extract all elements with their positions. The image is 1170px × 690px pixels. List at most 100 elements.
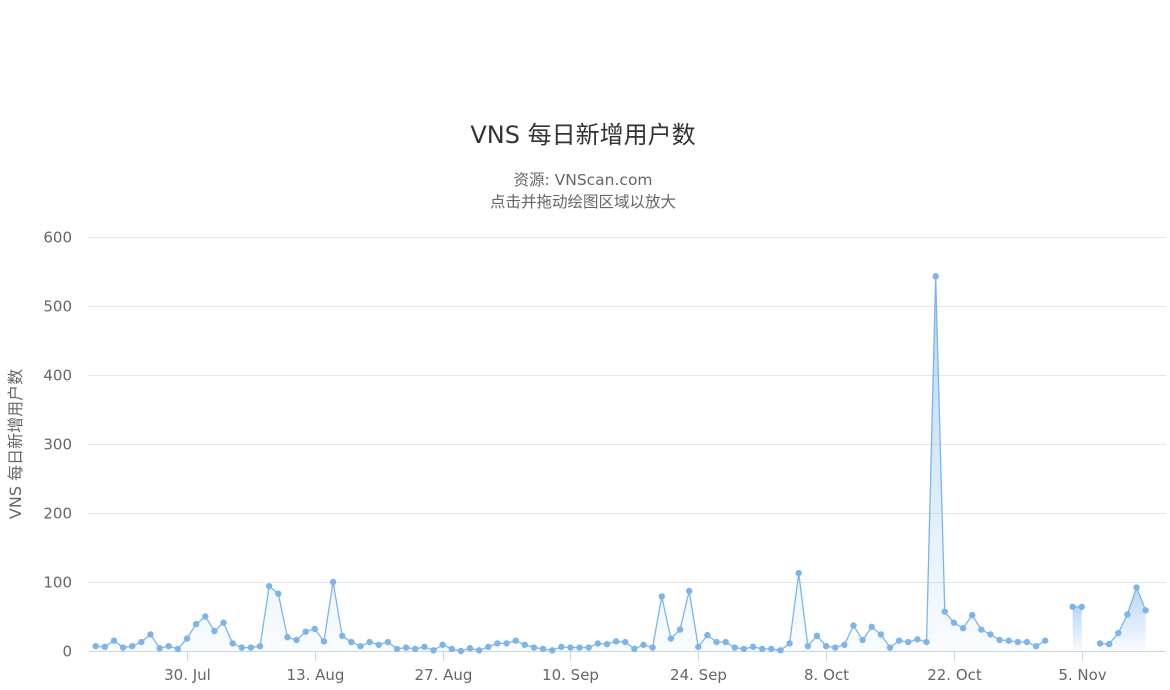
data-point[interactable]: [211, 627, 218, 635]
data-point[interactable]: [521, 641, 529, 648]
data-point[interactable]: [576, 644, 583, 651]
data-point[interactable]: [804, 642, 812, 650]
chart-svg[interactable]: VNS 每日新增用户数 资源: VNScan.com 点击并拖动绘图区域以放大 …: [0, 0, 1170, 690]
data-point[interactable]: [749, 643, 757, 651]
data-point[interactable]: [841, 641, 848, 648]
data-point[interactable]: [722, 638, 729, 646]
data-point[interactable]: [357, 642, 364, 650]
data-point[interactable]: [202, 613, 209, 620]
data-point[interactable]: [366, 638, 373, 646]
data-point[interactable]: [795, 569, 802, 577]
data-point[interactable]: [92, 642, 99, 650]
data-point[interactable]: [740, 645, 748, 653]
data-point[interactable]: [567, 644, 574, 651]
data-point[interactable]: [594, 640, 602, 647]
data-point[interactable]: [503, 640, 510, 647]
data-point[interactable]: [165, 642, 172, 650]
data-point[interactable]: [1005, 637, 1012, 644]
data-point[interactable]: [101, 643, 109, 651]
data-point[interactable]: [220, 619, 227, 626]
data-point[interactable]: [1115, 629, 1122, 637]
data-point[interactable]: [850, 622, 857, 629]
data-point[interactable]: [539, 645, 547, 653]
data-point[interactable]: [1032, 642, 1040, 650]
data-point[interactable]: [129, 642, 136, 650]
data-point[interactable]: [549, 647, 556, 654]
data-point[interactable]: [777, 647, 784, 654]
data-point[interactable]: [475, 647, 483, 654]
data-point[interactable]: [138, 638, 145, 646]
data-point[interactable]: [877, 631, 885, 638]
data-point[interactable]: [631, 645, 638, 653]
data-point[interactable]: [311, 625, 319, 633]
data-point[interactable]: [658, 593, 665, 600]
data-point[interactable]: [1124, 611, 1131, 618]
data-point[interactable]: [950, 619, 958, 626]
data-point[interactable]: [412, 645, 419, 653]
data-point[interactable]: [174, 645, 182, 653]
data-point[interactable]: [768, 645, 775, 653]
data-point[interactable]: [1142, 607, 1149, 614]
data-point[interactable]: [685, 587, 693, 595]
data-point[interactable]: [914, 636, 921, 643]
data-point[interactable]: [895, 637, 903, 644]
data-point[interactable]: [603, 640, 611, 648]
data-point[interactable]: [923, 638, 930, 646]
data-point[interactable]: [1069, 603, 1076, 611]
data-point[interactable]: [886, 644, 894, 651]
data-point[interactable]: [485, 643, 492, 651]
data-point[interactable]: [393, 645, 401, 653]
data-point[interactable]: [339, 632, 346, 640]
data-point[interactable]: [1023, 638, 1031, 646]
data-point[interactable]: [968, 611, 976, 619]
data-point[interactable]: [421, 643, 428, 651]
data-point[interactable]: [348, 638, 355, 646]
data-point[interactable]: [640, 641, 647, 648]
data-point[interactable]: [384, 638, 392, 646]
data-point[interactable]: [859, 636, 866, 644]
data-point[interactable]: [932, 273, 939, 280]
data-point[interactable]: [832, 644, 839, 651]
data-point[interactable]: [119, 644, 127, 651]
data-point[interactable]: [275, 590, 282, 597]
data-point[interactable]: [439, 641, 446, 648]
data-point[interactable]: [530, 644, 538, 651]
data-point[interactable]: [978, 626, 985, 633]
data-point[interactable]: [996, 636, 1003, 644]
data-point[interactable]: [192, 620, 200, 628]
data-point[interactable]: [247, 644, 255, 651]
data-point[interactable]: [229, 640, 236, 647]
data-point[interactable]: [430, 647, 437, 654]
data-point[interactable]: [905, 638, 912, 646]
data-point[interactable]: [558, 643, 565, 651]
data-point[interactable]: [448, 645, 455, 653]
data-point[interactable]: [813, 632, 821, 640]
data-point[interactable]: [649, 644, 656, 651]
data-point[interactable]: [1105, 640, 1113, 648]
data-point[interactable]: [375, 641, 382, 648]
data-point[interactable]: [695, 643, 702, 651]
data-point[interactable]: [1096, 640, 1104, 647]
data-point[interactable]: [612, 638, 620, 645]
data-point[interactable]: [1133, 584, 1140, 591]
data-point[interactable]: [1078, 603, 1085, 611]
data-point[interactable]: [256, 642, 264, 650]
data-point[interactable]: [156, 645, 163, 652]
data-point[interactable]: [987, 631, 994, 638]
data-point[interactable]: [758, 645, 766, 653]
data-point[interactable]: [284, 634, 291, 641]
data-point[interactable]: [293, 636, 300, 644]
data-point[interactable]: [402, 644, 410, 651]
data-point[interactable]: [941, 608, 948, 615]
data-point[interactable]: [731, 644, 738, 651]
data-point[interactable]: [704, 631, 711, 639]
data-point[interactable]: [959, 625, 967, 632]
data-point[interactable]: [822, 642, 830, 650]
data-point[interactable]: [676, 626, 684, 633]
data-point[interactable]: [494, 640, 501, 647]
data-point[interactable]: [1042, 637, 1049, 644]
data-point[interactable]: [238, 644, 245, 651]
data-point[interactable]: [667, 635, 675, 642]
data-point[interactable]: [868, 623, 875, 631]
data-point[interactable]: [1014, 638, 1022, 646]
